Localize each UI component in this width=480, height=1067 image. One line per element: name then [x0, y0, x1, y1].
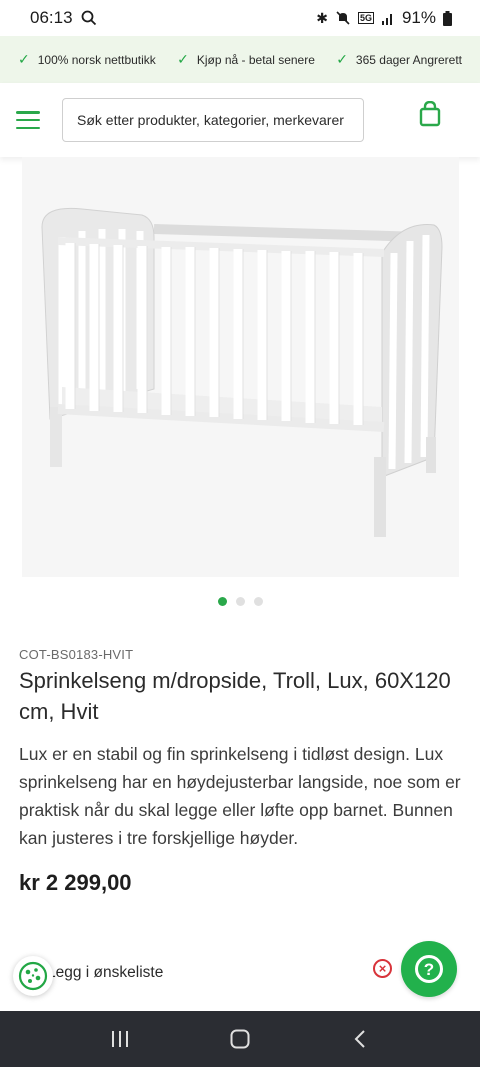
hamburger-menu-icon[interactable] [16, 111, 40, 129]
carousel-dot-3[interactable] [253, 597, 263, 606]
system-navigation-bar [0, 1011, 480, 1067]
carousel-dot-1[interactable] [217, 597, 227, 606]
usp-label: 365 dager Angrerett [355, 52, 462, 67]
recent-apps-icon[interactable] [100, 1019, 140, 1059]
home-icon[interactable] [220, 1019, 260, 1059]
check-icon: ✓ [177, 51, 189, 67]
search-box[interactable] [62, 98, 364, 142]
usp-item: ✓ Kjøp nå - betal senere [177, 51, 315, 68]
product-image[interactable] [22, 157, 459, 577]
usp-bar: ✓ 100% norsk nettbutikk ✓ Kjøp nå - beta… [0, 36, 480, 83]
network-type-badge: 5G [357, 12, 374, 24]
usp-item: ✓ 100% norsk nettbutikk [18, 51, 156, 68]
bluetooth-icon: ✱ [316, 9, 328, 26]
signal-icon [381, 14, 392, 25]
shopping-bag-icon[interactable] [418, 100, 442, 127]
add-to-wishlist-link[interactable]: Legg i ønskeliste [47, 964, 163, 982]
mute-icon [336, 11, 350, 25]
product-title: Sprinkelseng m/dropside, Troll, Lux, 60X… [19, 668, 451, 724]
help-button[interactable]: ? [401, 941, 457, 997]
status-right: ✱ 5G 91% [316, 8, 452, 28]
carousel-dot-2[interactable] [235, 597, 245, 606]
usp-label: Kjøp nå - betal senere [196, 52, 315, 67]
back-icon[interactable] [340, 1019, 380, 1059]
search-status-icon [81, 10, 96, 26]
usp-item: ✓ 365 dager Angrerett [336, 51, 462, 68]
check-icon: ✓ [336, 51, 348, 67]
battery-percent: 91% [401, 8, 436, 27]
product-description: Lux er en stabil og fin sprinkelseng i t… [19, 744, 461, 848]
usp-label: 100% norsk nettbutikk [37, 52, 156, 67]
clock: 06:13 [30, 8, 73, 27]
battery-icon [443, 10, 452, 26]
crib-illustration [22, 157, 459, 577]
product-sku: COT-BS0183-HVIT [19, 647, 134, 662]
product-price: kr 2 299,00 [19, 870, 132, 895]
site-header [0, 83, 480, 157]
search-input[interactable] [77, 112, 349, 128]
status-bar: 06:13 ✱ 5G 91% [0, 0, 480, 36]
close-icon[interactable]: × [373, 959, 392, 978]
question-mark-icon: ? [415, 955, 443, 983]
check-icon: ✓ [18, 51, 30, 67]
status-left: 06:13 [30, 8, 97, 28]
cookie-settings-icon[interactable] [13, 956, 53, 996]
carousel-dots [0, 597, 480, 606]
